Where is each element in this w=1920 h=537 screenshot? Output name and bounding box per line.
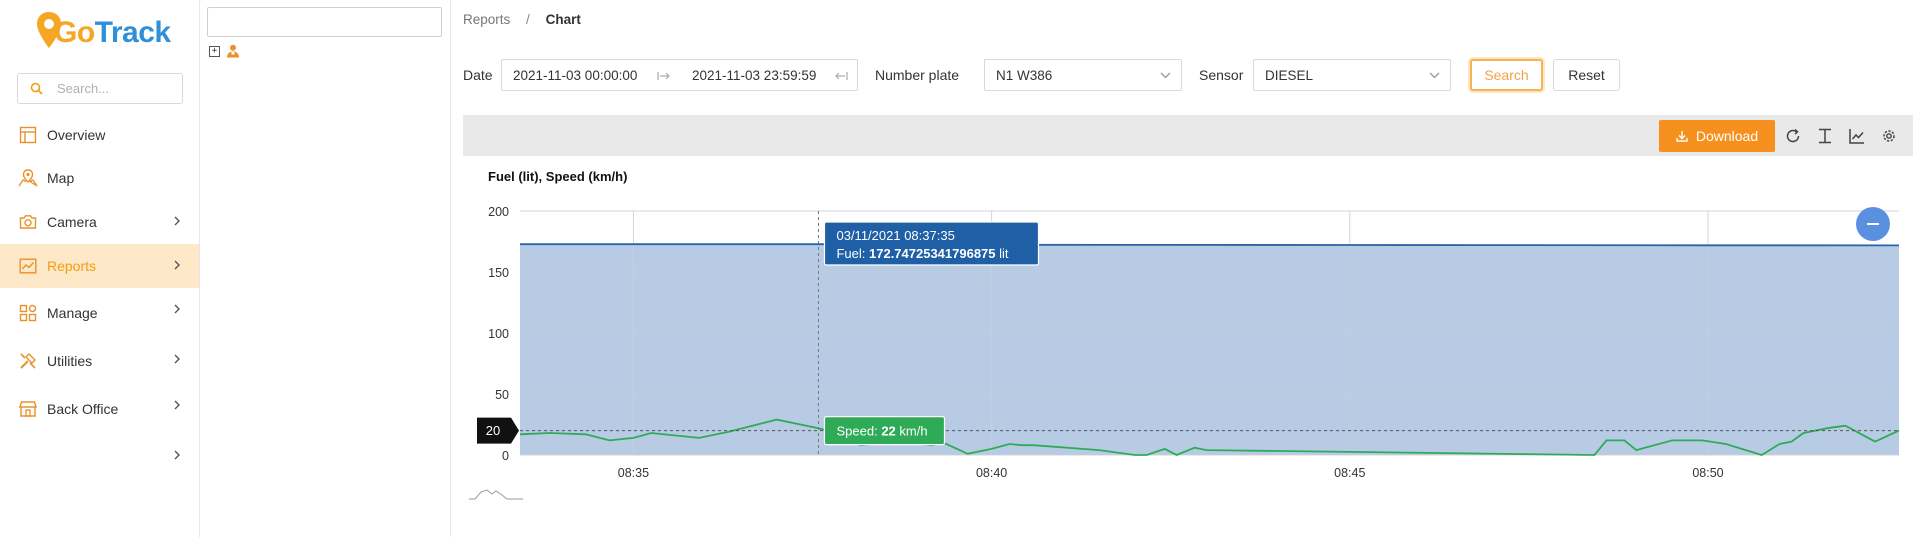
chart-toolbar: Download: [463, 115, 1913, 156]
fuel-tooltip: 03/11/2021 08:37:35 Fuel: 172.74725341796…: [823, 221, 1040, 266]
sensor-select[interactable]: DIESEL: [1253, 59, 1451, 91]
line-chart-icon[interactable]: [1847, 126, 1867, 146]
sidebar-item-label: Back Office: [47, 401, 119, 417]
y-tick-label: 50: [495, 388, 509, 402]
sidebar-item-reports[interactable]: Reports: [0, 244, 199, 288]
fuel-tooltip-value: Fuel: 172.74725341796875 lit: [836, 246, 1008, 261]
chevron-right-icon: [174, 354, 180, 364]
sidebar-item-manage[interactable]: Manage: [0, 288, 199, 338]
chevron-right-icon: [174, 400, 180, 410]
plate-select[interactable]: N1 W386: [984, 59, 1182, 91]
fuel-area: [520, 244, 1899, 455]
x-tick-label: 08:50: [1692, 466, 1723, 480]
sidebar-search-input[interactable]: [57, 81, 167, 96]
breadcrumb-separator: /: [526, 12, 530, 27]
text-cursor-icon[interactable]: [1815, 126, 1835, 146]
breadcrumb-current: Chart: [545, 12, 581, 27]
x-tick-label: 08:40: [976, 466, 1007, 480]
x-tick-label: 08:45: [1334, 466, 1365, 480]
logo-track: Track: [94, 16, 171, 49]
arrow-left-to-bar-icon: [835, 72, 848, 80]
logo-go: Go: [54, 16, 95, 49]
sidebar-item-label: Camera: [47, 214, 97, 230]
utilities-icon: [18, 351, 38, 371]
app: GoTrack Overview Map: [0, 0, 1920, 537]
breadcrumb-reports[interactable]: Reports: [463, 12, 510, 27]
filter-bar: Date 2021-11-03 00:00:00 2021-11-03 23:5…: [463, 59, 1913, 91]
camera-icon: [18, 212, 38, 232]
y-tick-label: 150: [488, 266, 509, 280]
date-end-value[interactable]: 2021-11-03 23:59:59: [692, 68, 816, 83]
user-group-icon: [227, 44, 239, 58]
chevron-down-icon: [1160, 72, 1171, 79]
chevron-down-icon: [1429, 72, 1440, 79]
crosshair-y-label-text: 20: [486, 423, 500, 438]
plate-select-value: N1 W386: [996, 67, 1053, 83]
chevron-right-icon: [174, 260, 180, 270]
arrow-right-to-bar-icon: [657, 72, 670, 80]
vehicle-tree-panel: +: [200, 0, 451, 537]
sidebar-item-label: Overview: [47, 127, 106, 143]
sidebar-item-label: Utilities: [47, 353, 93, 369]
reset-button[interactable]: Reset: [1553, 59, 1620, 91]
back-office-icon: [18, 399, 38, 419]
search-button[interactable]: Search: [1470, 59, 1543, 91]
speed-tooltip: Speed: 22 km/h: [823, 416, 946, 446]
map-icon: [18, 168, 38, 188]
speed-tooltip-value: Speed: 22 km/h: [836, 424, 927, 439]
fuel-tooltip-datetime: 03/11/2021 08:37:35: [836, 228, 954, 243]
breadcrumb: Reports / Chart: [463, 12, 581, 27]
download-label: Download: [1695, 128, 1759, 144]
refresh-icon[interactable]: [1783, 126, 1803, 146]
sidebar-item-label: Manage: [47, 305, 98, 321]
date-range-picker[interactable]: 2021-11-03 00:00:00 2021-11-03 23:59:59: [501, 59, 858, 91]
plate-label: Number plate: [875, 67, 960, 83]
overview-icon: [18, 125, 38, 145]
tree-expand-icon[interactable]: +: [209, 45, 220, 57]
gotrack-logo[interactable]: GoTrack: [36, 10, 171, 56]
y-tick-label: 0: [502, 449, 509, 463]
tree-search-input[interactable]: [207, 7, 442, 37]
tree-root-node[interactable]: +: [209, 44, 240, 58]
chevron-right-icon: [174, 216, 180, 226]
y-tick-label: 200: [488, 205, 509, 219]
minus-icon: [1867, 223, 1879, 225]
download-button[interactable]: Download: [1659, 120, 1775, 152]
chart-title: Fuel (lit), Speed (km/h): [488, 169, 627, 184]
manage-icon: [18, 303, 38, 323]
collapse-chart-button[interactable]: [1856, 207, 1890, 241]
sidebar-item-back-office[interactable]: Back Office: [0, 384, 199, 434]
chevron-right-icon: [174, 304, 180, 314]
sidebar-nav: Overview Map Camera Reports Manage Utili…: [0, 114, 199, 480]
chevron-right-icon: [174, 450, 180, 460]
reports-icon: [18, 256, 38, 276]
sensor-label: Sensor: [1199, 67, 1244, 83]
x-tick-label: 08:35: [618, 466, 649, 480]
y-tick-label: 100: [488, 327, 509, 341]
date-start-value[interactable]: 2021-11-03 00:00:00: [502, 68, 637, 83]
sidebar-item-label: Reports: [47, 258, 97, 274]
sidebar-item-label: Map: [47, 170, 75, 186]
download-icon: [1676, 131, 1688, 142]
date-label: Date: [463, 67, 493, 83]
sidebar-search[interactable]: [17, 73, 183, 104]
sidebar-item-collapse[interactable]: [0, 434, 199, 480]
settings-gear-icon[interactable]: [1879, 126, 1899, 146]
crosshair-y-label: 20: [477, 417, 519, 444]
sidebar-item-map[interactable]: Map: [0, 156, 199, 200]
search-icon: [30, 82, 43, 95]
sidebar-item-overview[interactable]: Overview: [0, 114, 199, 156]
sidebar-item-utilities[interactable]: Utilities: [0, 338, 199, 384]
sidebar: GoTrack Overview Map: [0, 0, 200, 537]
sensor-select-value: DIESEL: [1265, 67, 1314, 83]
navigator-sparkline: [469, 489, 523, 500]
sidebar-item-camera[interactable]: Camera: [0, 200, 199, 244]
fuel-speed-chart[interactable]: Fuel (lit), Speed (km/h) 0 50 100 150 200 08:3…: [461, 160, 1901, 510]
